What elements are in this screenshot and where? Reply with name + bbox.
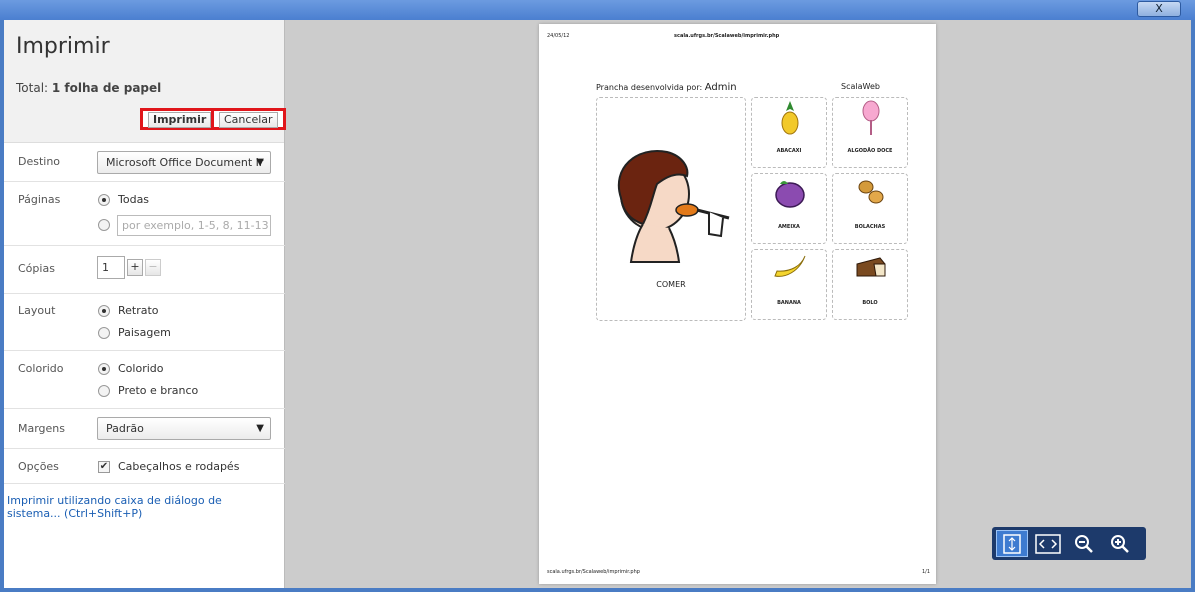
radio-selected-icon[interactable] (98, 362, 110, 375)
cancel-button[interactable]: Cancelar (211, 108, 286, 130)
page-title: Imprimir (16, 34, 110, 59)
card-label: BOLO (862, 300, 878, 306)
zoom-out-icon[interactable] (1068, 530, 1100, 557)
destination-label: Destino (18, 155, 61, 168)
preview-footer-url: scala.ufrgs.br/Scalaweb/imprimir.php (547, 569, 640, 575)
print-button[interactable]: Imprimir (140, 108, 220, 130)
zoom-in-icon[interactable] (1104, 530, 1136, 557)
color-color-label: Colorido (118, 362, 164, 375)
panel-header: Imprimir Total: 1 folha de papel Imprimi… (4, 20, 286, 143)
radio-unselected-icon[interactable] (98, 384, 110, 397)
card-algodao-doce: ALGODÃO DOCE (832, 97, 908, 168)
radio-selected-icon[interactable] (98, 304, 110, 317)
layout-portrait-label: Retrato (118, 304, 159, 317)
chevron-down-icon: ▼ (256, 157, 264, 168)
margins-select[interactable]: Padrão ▼ (97, 417, 271, 440)
color-color-option[interactable]: Colorido (98, 362, 164, 375)
author-name: Admin (704, 82, 737, 93)
print-preview: 24/05/12 scala.ufrgs.br/Scalaweb/imprimi… (286, 20, 1191, 588)
card-main-label: COMER (656, 280, 686, 289)
zoom-toolbar (992, 527, 1146, 560)
radio-selected-icon[interactable] (98, 193, 110, 206)
radio-unselected-icon[interactable] (98, 219, 110, 231)
checkbox-checked-icon[interactable]: ✔ (98, 460, 110, 473)
card-label: ALGODÃO DOCE (847, 148, 893, 154)
preview-page: 24/05/12 scala.ufrgs.br/Scalaweb/imprimi… (539, 24, 936, 584)
pages-range-option[interactable] (98, 219, 118, 231)
cookies-icon (858, 180, 884, 204)
color-bw-option[interactable]: Preto e branco (98, 384, 198, 397)
destination-value: Microsoft Office Document Ir (106, 156, 264, 169)
color-row: Colorido Colorido Preto e branco (4, 351, 285, 409)
headers-footers-option[interactable]: ✔ Cabeçalhos e rodapés (98, 460, 239, 473)
options-row: Opções ✔ Cabeçalhos e rodapés (4, 449, 285, 484)
copies-label: Cópias (18, 262, 55, 275)
layout-landscape-label: Paisagem (118, 326, 171, 339)
window-close-button[interactable]: X (1137, 1, 1181, 17)
layout-label: Layout (18, 304, 56, 317)
destination-select[interactable]: Microsoft Office Document Ir ▼ (97, 151, 271, 174)
cotton-candy-icon (862, 100, 880, 135)
margins-row: Margens Padrão ▼ (4, 409, 285, 449)
copies-decrement-button[interactable]: − (145, 259, 161, 276)
print-button-label: Imprimir (148, 112, 212, 128)
developed-by-label: Prancha desenvolvida por: (596, 83, 703, 92)
card-label: AMEIXA (778, 224, 800, 230)
banana-icon (774, 255, 806, 277)
print-dialog: Imprimir Total: 1 folha de papel Imprimi… (4, 20, 1191, 588)
fit-width-icon[interactable] (1032, 530, 1064, 557)
card-ameixa: AMEIXA (751, 173, 827, 244)
margins-value: Padrão (106, 422, 144, 435)
preview-page-number: 1/1 (922, 569, 931, 575)
chevron-down-icon: ▼ (256, 423, 264, 434)
layout-portrait-option[interactable]: Retrato (98, 304, 159, 317)
copies-row: Cópias 1 + − (4, 246, 285, 294)
person-eating-icon (618, 150, 730, 263)
card-label: BANANA (777, 300, 801, 306)
card-bolachas: BOLACHAS (832, 173, 908, 244)
pages-all-option[interactable]: Todas (98, 193, 149, 206)
sheet-total: Total: 1 folha de papel (16, 81, 161, 95)
plum-icon (775, 181, 805, 208)
copies-stepper: 1 + − (97, 256, 161, 279)
preview-date: 24/05/12 (547, 33, 570, 39)
pineapple-icon (781, 101, 799, 135)
color-label: Colorido (18, 362, 64, 375)
total-label: Total: (16, 81, 49, 95)
copies-increment-button[interactable]: + (127, 259, 143, 276)
radio-unselected-icon[interactable] (98, 326, 110, 339)
card-abacaxi: ABACAXI (751, 97, 827, 168)
preview-url: scala.ufrgs.br/Scalaweb/imprimir.php (674, 33, 780, 39)
settings-panel: Imprimir Total: 1 folha de papel Imprimi… (4, 20, 286, 588)
total-value: 1 folha de papel (51, 81, 162, 95)
card-main: COMER (596, 97, 746, 321)
cancel-button-label: Cancelar (219, 112, 278, 128)
layout-landscape-option[interactable]: Paisagem (98, 326, 171, 339)
system-dialog-link[interactable]: Imprimir utilizando caixa de diálogo de … (7, 494, 267, 520)
pages-all-label: Todas (118, 193, 150, 206)
destination-row: Destino Microsoft Office Document Ir ▼ (4, 143, 285, 182)
margins-label: Margens (18, 422, 66, 435)
layout-row: Layout Retrato Paisagem (4, 294, 285, 351)
copies-input[interactable]: 1 (97, 256, 125, 279)
window-titlebar: X (0, 0, 1195, 20)
pages-range-input[interactable]: por exemplo, 1-5, 8, 11-13 (117, 215, 271, 236)
options-label: Opções (18, 460, 59, 473)
pages-label: Páginas (18, 193, 61, 206)
color-bw-label: Preto e branco (118, 384, 199, 397)
card-label: BOLACHAS (854, 224, 886, 230)
preview-developed-by: Prancha desenvolvida por: Admin (596, 82, 737, 93)
card-banana: BANANA (751, 249, 827, 320)
card-bolo: BOLO (832, 249, 908, 320)
cake-icon (856, 257, 886, 277)
headers-footers-label: Cabeçalhos e rodapés (118, 460, 240, 473)
fit-page-icon[interactable] (996, 530, 1028, 557)
card-label: ABACAXI (776, 148, 802, 154)
pages-row: Páginas Todas por exemplo, 1-5, 8, 11-13 (4, 182, 285, 246)
preview-brand: ScalaWeb (841, 82, 880, 91)
